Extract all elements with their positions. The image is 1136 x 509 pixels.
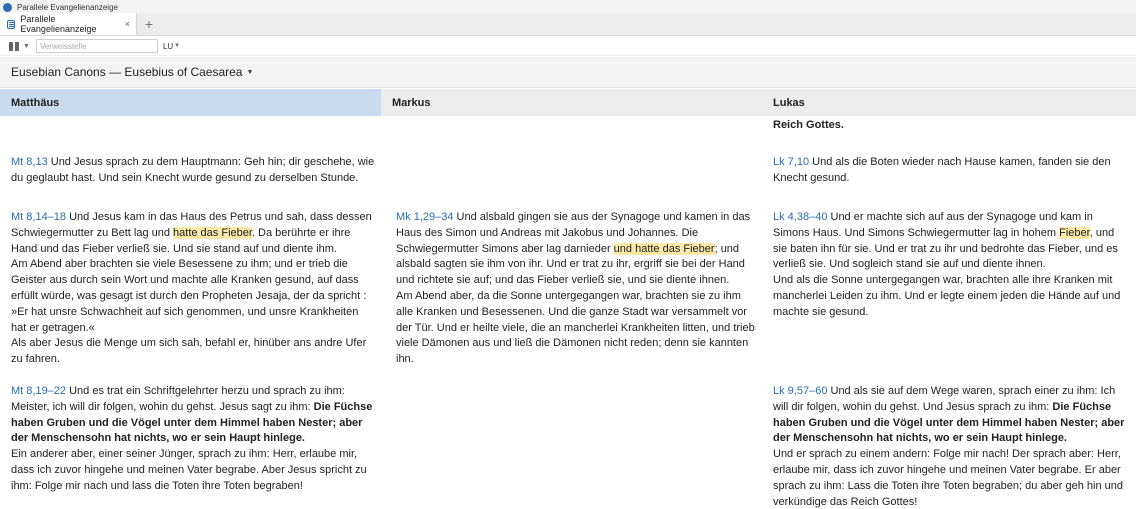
window-title: Parallele Evangelienanzeige <box>17 2 118 12</box>
passage-lk-9-57: Lk 9,57–60 Und als sie auf dem Wege ware… <box>773 384 1131 509</box>
passage-lk-continued: Reich Gottes. <box>773 118 1131 134</box>
passage-mt-8-14: Mt 8,14–18 Und Jesus kam in das Haus des… <box>11 210 376 368</box>
verse-reference-link[interactable]: Mt 8,14–18 <box>11 211 66 223</box>
paragraph: Am Abend aber, da die Sonne untergegange… <box>396 289 755 366</box>
verse-reference-link[interactable]: Mk 1,29–34 <box>396 211 453 223</box>
tab-label: Parallele Evangelienanzeige <box>20 14 97 34</box>
passage-mt-8-19: Mt 8,19–22 Und es trat ein Schriftgelehr… <box>11 384 376 495</box>
bold-quote: Reich Gottes. <box>773 119 844 131</box>
verse-reference-link[interactable]: Mt 8,19–22 <box>11 385 66 397</box>
columns-layout-icon[interactable] <box>9 41 19 51</box>
window-titlebar: Parallele Evangelienanzeige <box>0 0 1136 14</box>
verse-reference-link[interactable]: Lk 9,57–60 <box>773 385 827 397</box>
reference-input[interactable] <box>35 39 158 53</box>
highlight: Fieber <box>1059 226 1090 239</box>
verse-reference-link[interactable]: Lk 4,38–40 <box>773 211 827 223</box>
passage-mt-8-13: Mt 8,13 Und Jesus sprach zu dem Hauptman… <box>11 156 375 184</box>
page-title[interactable]: Eusebian Canons — Eusebius of Caesarea <box>11 65 242 79</box>
close-icon[interactable]: × <box>125 19 130 29</box>
column-header-lukas[interactable]: Lukas <box>762 89 1136 116</box>
chevron-down-icon[interactable]: ▼ <box>174 43 180 49</box>
highlight: hatte das Fieber <box>173 226 252 239</box>
column-headers: Matthäus Markus Lukas <box>0 89 1136 116</box>
paragraph: Am Abend aber brachten sie viele Besesse… <box>11 258 367 334</box>
resource-header: Eusebian Canons — Eusebius of Caesarea ▼ <box>0 57 1136 88</box>
column-header-markus[interactable]: Markus <box>381 89 762 116</box>
passage-lk-4-38: Lk 4,38–40 Und er machte sich auf aus de… <box>773 210 1131 321</box>
passage-lk-7-10: Lk 7,10 Und als die Boten wieder nach Ha… <box>773 156 1111 184</box>
paragraph: Ein anderer aber, einer seiner Jünger, s… <box>11 448 367 492</box>
tab-parallel-gospels[interactable]: Parallele Evangelienanzeige × <box>0 13 137 35</box>
tab-bar: Parallele Evangelienanzeige × + <box>0 13 1136 36</box>
document-icon <box>7 19 16 29</box>
parallel-content: Mt 8,13 Und Jesus sprach zu dem Hauptman… <box>0 116 1136 509</box>
verse-reference-link[interactable]: Lk 7,10 <box>773 156 809 168</box>
paragraph: Als aber Jesus die Menge um sich sah, be… <box>11 337 367 366</box>
passage-mk-1-29: Mk 1,29–34 Und alsbald gingen sie aus de… <box>396 210 761 368</box>
chevron-down-icon[interactable]: ▼ <box>23 43 30 50</box>
column-header-matthaeus[interactable]: Matthäus <box>0 89 381 116</box>
paragraph: Und er sprach zu einem andern: Folge mir… <box>773 448 1124 508</box>
verse-reference-link[interactable]: Mt 8,13 <box>11 156 48 168</box>
app-logo-icon <box>3 2 12 12</box>
paragraph: Und als die Sonne untergegangen war, bra… <box>773 274 1121 318</box>
highlight: und hatte das Fieber <box>613 242 715 255</box>
toolbar: ▼ LU ▼ <box>0 37 1136 56</box>
add-tab-button[interactable]: + <box>137 13 161 35</box>
chevron-down-icon[interactable]: ▼ <box>246 69 253 76</box>
bible-version-select[interactable]: LU <box>163 42 173 51</box>
